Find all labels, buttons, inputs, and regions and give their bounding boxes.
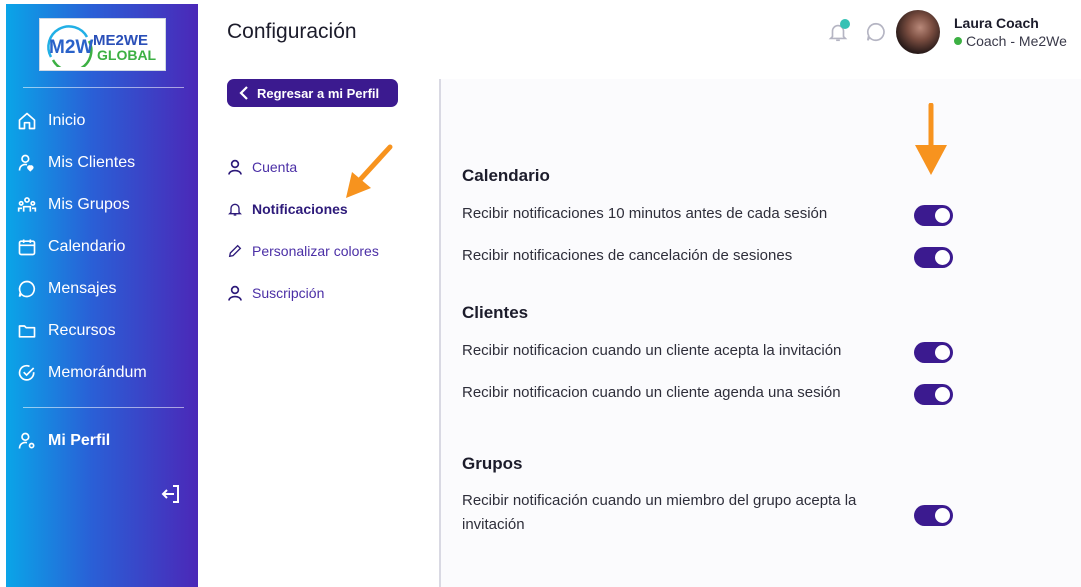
settings-item-cuenta[interactable]: Cuenta — [226, 155, 297, 179]
back-to-profile-button[interactable]: Regresar a mi Perfil — [227, 79, 398, 107]
logo-line2: GLOBAL — [97, 47, 157, 63]
back-button-label: Regresar a mi Perfil — [257, 85, 380, 101]
settings-item-label: Cuenta — [252, 159, 298, 175]
settings-item-label: Suscripción — [252, 285, 325, 301]
toggle-switch[interactable] — [914, 205, 953, 226]
user-gear-icon — [16, 430, 38, 452]
logo-mark: M2W — [49, 37, 93, 58]
sidebar-item-mensajes[interactable]: Mensajes — [16, 274, 116, 304]
sidebar-item-inicio[interactable]: Inicio — [16, 106, 85, 136]
section-title-calendario: Calendario — [462, 166, 550, 185]
settings-item-suscripcion[interactable]: Suscripción — [226, 281, 324, 305]
home-icon — [16, 110, 38, 132]
sidebar-divider — [23, 407, 184, 408]
online-status-dot — [954, 37, 962, 45]
toggle-switch[interactable] — [914, 384, 953, 405]
sidebar-item-mis-clientes[interactable]: Mis Clientes — [16, 148, 135, 178]
chat-icon[interactable] — [865, 21, 887, 43]
me2we-logo: M2W ME2WE GLOBAL — [46, 24, 157, 67]
toggle-knob — [935, 345, 950, 360]
folder-icon — [16, 320, 38, 342]
toggle-knob — [935, 208, 950, 223]
user-name: Laura Coach — [954, 15, 1039, 31]
settings-item-notificaciones[interactable]: Notificaciones — [226, 197, 348, 221]
sidebar-item-label: Recursos — [48, 322, 116, 339]
vertical-divider — [439, 79, 441, 587]
settings-item-personalizar-colores[interactable]: Personalizar colores — [226, 239, 379, 263]
chat-icon — [16, 278, 38, 300]
annotation-arrow-icon — [346, 144, 393, 198]
toggle-knob — [935, 250, 950, 265]
settings-item-label: Notificaciones — [252, 201, 348, 217]
sidebar-item-label: Mis Clientes — [48, 154, 136, 171]
bell-icon — [226, 200, 244, 218]
option-label: Recibir notificacion cuando un cliente a… — [462, 384, 841, 401]
toggle-knob — [935, 387, 950, 402]
sidebar-item-recursos[interactable]: Recursos — [16, 316, 116, 346]
sidebar-item-label: Mensajes — [48, 280, 117, 297]
sidebar-item-label: Inicio — [48, 112, 86, 129]
sidebar-item-mis-grupos[interactable]: Mis Grupos — [16, 190, 130, 220]
section-title-clientes: Clientes — [462, 303, 529, 322]
user-heart-icon — [16, 152, 38, 174]
sidebar-divider — [23, 87, 184, 88]
sidebar-item-mi-perfil[interactable]: Mi Perfil — [16, 426, 110, 456]
annotation-arrow-icon — [915, 103, 947, 175]
toggle-switch[interactable] — [914, 342, 953, 363]
check-circle-icon — [16, 362, 38, 384]
option-label: Recibir notificacion cuando un cliente a… — [462, 342, 842, 359]
option-label: Recibir notificaciones de cancelación de… — [462, 247, 793, 264]
settings-item-label: Personalizar colores — [252, 243, 379, 259]
page-title: Configuración — [227, 20, 357, 43]
group-icon — [16, 194, 38, 216]
toggle-switch[interactable] — [914, 505, 953, 526]
notification-dot — [840, 19, 850, 29]
sidebar-item-label: Calendario — [48, 238, 126, 255]
option-label: Recibir notificación cuando un miembro d… — [462, 492, 857, 533]
brand-logo[interactable]: M2W ME2WE GLOBAL — [39, 18, 166, 71]
toggle-knob — [935, 508, 950, 523]
logout-icon[interactable] — [159, 482, 183, 506]
sidebar-item-calendario[interactable]: Calendario — [16, 232, 125, 262]
chevron-left-icon — [239, 86, 249, 100]
section-title-grupos: Grupos — [462, 454, 523, 473]
user-icon — [226, 158, 244, 176]
user-role: Coach - Me2We — [954, 33, 1067, 49]
user-icon — [226, 284, 244, 302]
sidebar-item-memorandum[interactable]: Memorándum — [16, 358, 147, 388]
calendar-icon — [16, 236, 38, 258]
sidebar-item-label: Mi Perfil — [48, 432, 111, 449]
sidebar-item-label: Memorándum — [48, 364, 147, 381]
option-label: Recibir notificaciones 10 minutos antes … — [462, 205, 828, 222]
user-role-label: Coach - Me2We — [966, 33, 1067, 49]
sidebar-item-label: Mis Grupos — [48, 196, 130, 213]
toggle-switch[interactable] — [914, 247, 953, 268]
sidebar: M2W ME2WE GLOBAL Inicio Mis Clientes Mis… — [6, 4, 198, 587]
pencil-icon — [226, 242, 244, 260]
avatar[interactable] — [896, 10, 940, 54]
